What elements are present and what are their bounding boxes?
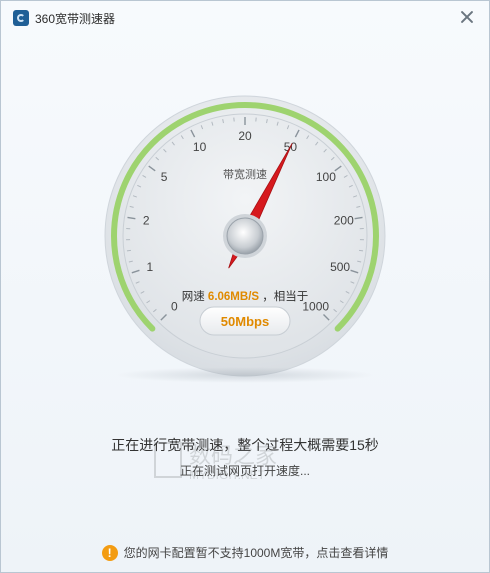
speed-suffix: ，相当于 [262, 289, 308, 303]
gauge-shadow [115, 367, 375, 383]
speed-prefix: 网速 [182, 290, 205, 303]
status-main-text: 正在进行宽带测速，整个过程大概需要15秒 [111, 437, 379, 453]
gauge-tick-label: 500 [330, 260, 350, 274]
gauge-tick-label: 0 [171, 300, 178, 314]
status-sub-text: 正在测试网页打开速度... [179, 464, 310, 478]
gauge-tick-label: 2 [143, 213, 150, 227]
gauge-title: 带宽测速 [223, 167, 267, 181]
warning-icon: ! [101, 544, 118, 561]
app-logo-icon [13, 10, 29, 26]
gauge-hub [226, 217, 264, 255]
speed-value: 6.06MB/S [208, 291, 259, 303]
nic-notice-link[interactable]: ! 您的网卡配置暂不支持1000M宽带，点击查看详情 [1, 544, 489, 561]
gauge-tick-label: 5 [161, 170, 168, 184]
speed-gauge: 01251020501002005001000 带宽测速 网速 6.06MB/S… [97, 85, 393, 395]
gauge-tick-label: 1 [147, 260, 154, 274]
gauge-minor-tick [359, 249, 364, 252]
gauge-svg: 01251020501002005001000 带宽测速 网速 6.06MB/S… [104, 95, 386, 377]
gauge-minor-tick [126, 249, 131, 252]
window-title: 360宽带测速器 [35, 11, 116, 26]
bandwidth-value: 50Mbps [221, 314, 269, 329]
close-icon[interactable] [459, 9, 475, 25]
speed-reading: 网速 6.06MB/S ，相当于 [182, 289, 309, 303]
app-window: 360宽带测速器 0 1 2 5 10 20 100 200 500 1000 … [0, 0, 490, 573]
gauge-tick-label: 100 [316, 170, 336, 184]
title-bar: 360宽带测速器 [1, 1, 489, 35]
gauge-tick-label: 20 [238, 129, 252, 143]
gauge-tick-label: 10 [193, 140, 207, 154]
notice-text: 您的网卡配置暂不支持1000M宽带，点击查看详情 [123, 546, 389, 560]
gauge-tick-label: 200 [334, 213, 354, 227]
